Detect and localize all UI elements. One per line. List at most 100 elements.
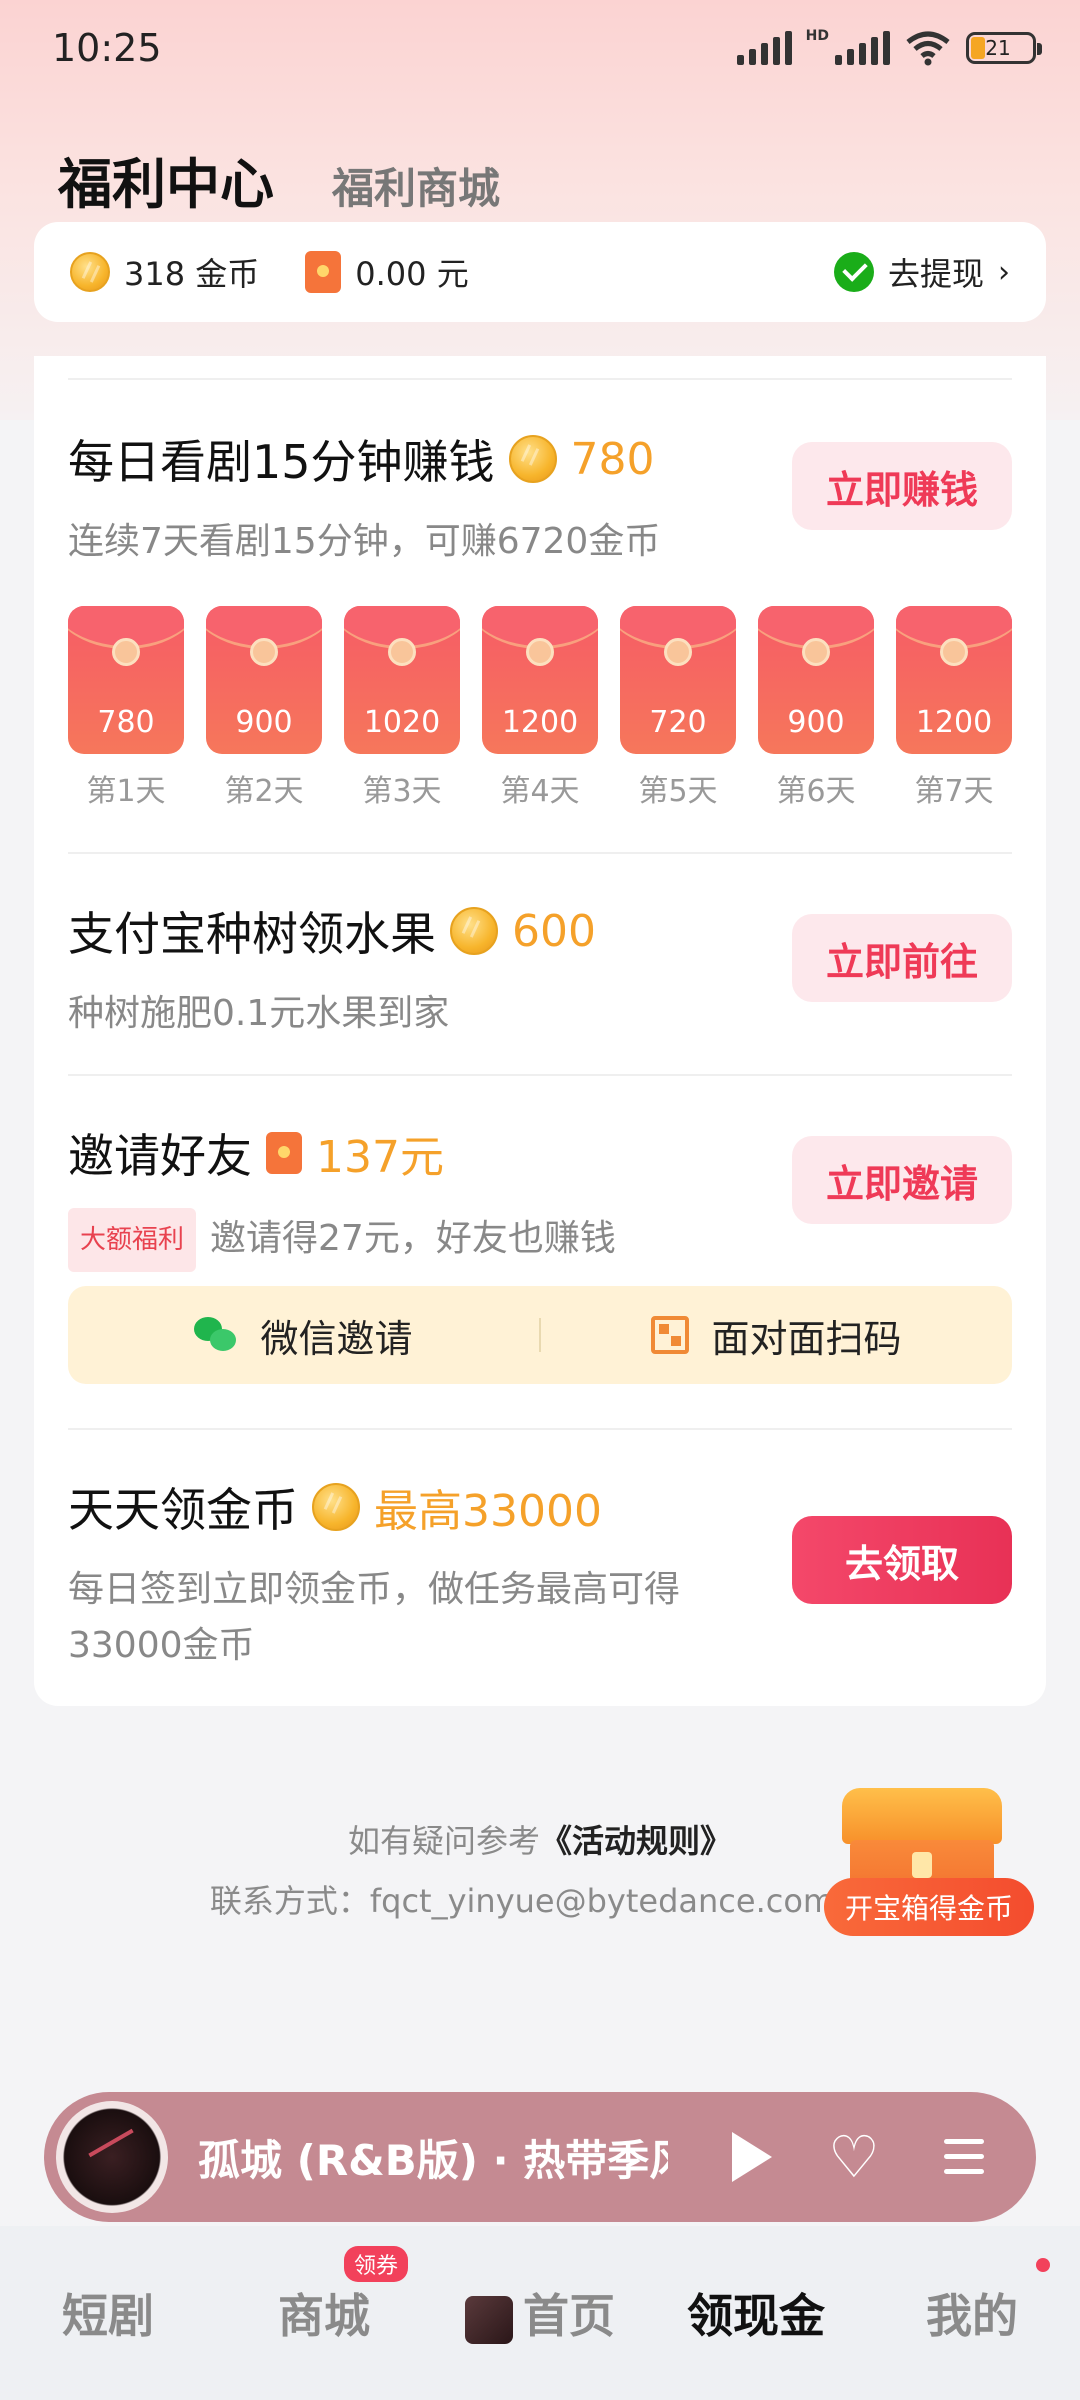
withdraw-button[interactable]: 去提现 ›: [833, 249, 1010, 295]
go-now-button[interactable]: 立即前往: [792, 914, 1012, 1002]
invite-options-bar: 微信邀请 面对面扫码: [68, 1286, 1012, 1384]
task-title: 天天领金币: [68, 1483, 298, 1537]
divider: [68, 852, 1012, 854]
coin-balance[interactable]: 318 金币: [70, 249, 259, 295]
nav-get-cash[interactable]: 领现金: [648, 2280, 864, 2346]
wechat-check-icon: [833, 252, 874, 292]
packet-day: 第5天: [638, 774, 718, 809]
nav-home-label: 首页: [523, 2289, 615, 2343]
cash-balance-text: 0.00 元: [355, 255, 469, 293]
signal-icon-2: [835, 31, 890, 65]
mini-player[interactable]: 孤城 (R&B版) · 热带季风 ♡: [44, 2092, 1036, 2222]
coin-icon: [450, 907, 498, 955]
coin-icon: [508, 435, 557, 483]
home-thumbnail: [465, 2295, 513, 2344]
big-bonus-tag: 大额福利: [68, 1208, 197, 1272]
wechat-invite-label: 微信邀请: [260, 1316, 413, 1361]
player-track-title[interactable]: 孤城 (R&B版) · 热带季风: [198, 2127, 668, 2188]
packet-value: 780: [97, 705, 155, 740]
packet-day: 第6天: [776, 774, 856, 809]
red-packet-day-2[interactable]: 900 第2天: [206, 606, 322, 816]
red-packet-icon: 1200: [896, 606, 1012, 754]
album-cover[interactable]: [56, 2101, 168, 2213]
rules-prefix: 如有疑问参考: [347, 1822, 540, 1860]
coin-icon: [70, 252, 110, 292]
red-packet-day-3[interactable]: 1020 第3天: [344, 606, 460, 816]
red-packet-day-4[interactable]: 1200 第4天: [482, 606, 598, 816]
open-chest-button[interactable]: 开宝箱得金币: [824, 1878, 1034, 1936]
status-time: 10:25: [52, 26, 162, 70]
battery-level: 21: [985, 36, 1011, 60]
nav-short-drama[interactable]: 短剧: [0, 2280, 216, 2346]
red-packet-icon: 780: [68, 606, 184, 754]
tab-welfare-mall[interactable]: 福利商城: [332, 155, 500, 216]
red-packet-icon: 900: [758, 606, 874, 754]
task-description: 邀请得27元，好友也赚钱: [210, 1218, 616, 1259]
red-packet-icon: [266, 1132, 302, 1174]
withdraw-label: 去提现: [887, 255, 984, 293]
nav-mine-label: 我的: [926, 2289, 1018, 2343]
cash-balance[interactable]: 0.00 元: [305, 249, 469, 295]
task-title: 每日看剧15分钟赚钱: [68, 435, 495, 489]
nav-mall-label: 商城: [278, 2289, 370, 2343]
bottom-nav: 短剧 商城 领券 首页 领现金 我的: [0, 2226, 1080, 2400]
nav-mine[interactable]: 我的: [864, 2258, 1080, 2346]
red-packet-icon: [305, 251, 342, 293]
playlist-icon[interactable]: [936, 2137, 984, 2177]
red-packet-day-5[interactable]: 720 第5天: [620, 606, 736, 816]
coin-icon: [312, 1483, 360, 1531]
packet-value: 1200: [501, 705, 579, 740]
notification-dot: [1036, 2258, 1050, 2272]
divider: [68, 1428, 1012, 1430]
wifi-icon: [906, 31, 950, 66]
wechat-invite-button[interactable]: 微信邀请: [68, 1308, 539, 1363]
invite-now-button[interactable]: 立即邀请: [792, 1136, 1012, 1224]
qr-code-icon: [651, 1316, 690, 1354]
packet-day: 第2天: [224, 774, 304, 809]
red-packet-day-6[interactable]: 900 第6天: [758, 606, 874, 816]
task-alipay-tree: 支付宝种树领水果 600 种树施肥0.1元水果到家 立即前往: [68, 898, 1012, 1042]
hd-label: HD: [805, 28, 829, 44]
qr-invite-label: 面对面扫码: [711, 1316, 902, 1361]
signal-icon: [736, 31, 792, 65]
task-reward: 600: [512, 905, 596, 957]
task-reward: 780: [570, 433, 655, 485]
packet-value: 1020: [363, 705, 441, 740]
nav-mall[interactable]: 商城 领券: [216, 2246, 432, 2346]
task-list-card: 每日看剧15分钟赚钱 780 连续7天看剧15分钟，可赚6720金币 立即赚钱 …: [34, 356, 1046, 1706]
balance-card: 318 金币 0.00 元 去提现 ›: [34, 222, 1046, 322]
player-controls: ♡: [732, 2128, 984, 2186]
earn-now-button[interactable]: 立即赚钱: [792, 442, 1012, 530]
nav-home[interactable]: 首页: [432, 2280, 648, 2346]
divider: [68, 1074, 1012, 1076]
play-icon[interactable]: [732, 2132, 772, 2182]
tab-welfare-center[interactable]: 福利中心: [58, 140, 274, 219]
red-packet-icon: 720: [620, 606, 736, 754]
red-packet-day-7[interactable]: 1200 第7天: [896, 606, 1012, 816]
claim-button[interactable]: 去领取: [792, 1516, 1012, 1604]
packet-value: 900: [787, 705, 845, 740]
packet-day: 第4天: [500, 774, 580, 809]
packet-day: 第3天: [362, 774, 442, 809]
task-invite-friends: 邀请好友 137元 大额福利 邀请得27元，好友也赚钱 立即邀请: [68, 1120, 1012, 1272]
activity-rules-link[interactable]: 《活动规则》: [540, 1822, 732, 1860]
red-packet-icon: 1020: [344, 606, 460, 754]
packet-value: 900: [235, 705, 293, 740]
task-title: 邀请好友: [68, 1129, 252, 1183]
red-packet-icon: 1200: [482, 606, 598, 754]
packet-day: 第7天: [914, 774, 994, 809]
status-icons: HD 21: [736, 28, 1042, 66]
qr-invite-button[interactable]: 面对面扫码: [541, 1308, 1012, 1363]
packet-value: 1200: [915, 705, 993, 740]
status-bar: 10:25 HD 21: [0, 0, 1080, 100]
task-reward: 最高33000: [374, 1486, 602, 1537]
red-packet-day-1[interactable]: 780 第1天: [68, 606, 184, 816]
heart-icon[interactable]: ♡: [828, 2128, 880, 2186]
wechat-icon: [194, 1317, 238, 1353]
battery-icon: 21: [966, 32, 1042, 64]
chevron-right-icon: ›: [998, 254, 1010, 290]
task-reward: 137元: [316, 1132, 444, 1183]
packet-value: 720: [649, 705, 707, 740]
header-tabs: 福利中心 福利商城: [58, 140, 500, 219]
task-daily-coins: 天天领金币 最高33000 每日签到立即领金币，做任务最高可得33000金币 去…: [68, 1474, 1012, 1674]
